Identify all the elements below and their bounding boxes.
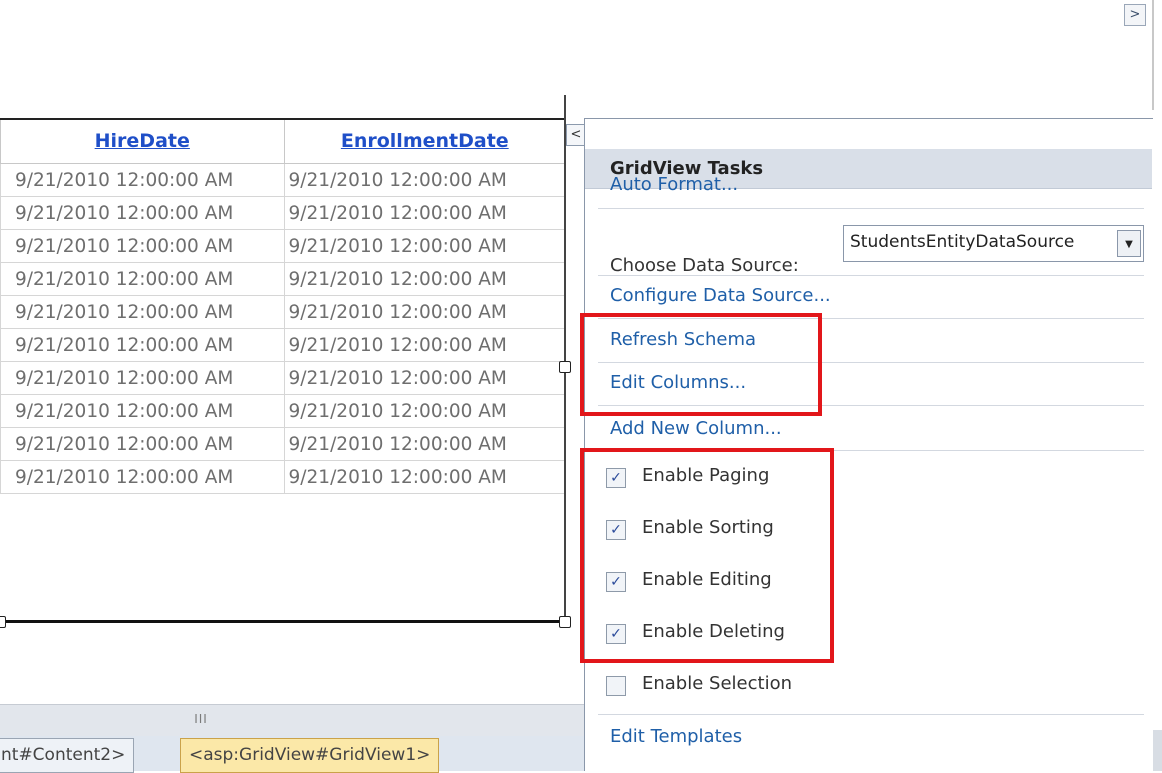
cell-hiredate: 9/21/2010 12:00:00 AM [0,394,285,428]
auto-format-link[interactable]: Auto Format... [610,174,738,195]
data-source-value: StudentsEntityDataSource [850,232,1075,252]
cell-hiredate: 9/21/2010 12:00:00 AM [0,328,285,362]
cell-enrollmentdate: 9/21/2010 12:00:00 AM [283,328,567,362]
table-row: 9/21/2010 12:00:00 AM 9/21/2010 12:00:00 … [0,196,567,230]
highlight-box-enable-options [580,448,834,663]
header-hiredate[interactable]: HireDate [0,118,285,164]
table-row: 9/21/2010 12:00:00 AM 9/21/2010 12:00:00 … [0,328,567,362]
header-enrollmentdate[interactable]: EnrollmentDate [283,118,567,164]
cell-hiredate: 9/21/2010 12:00:00 AM [0,196,285,230]
cell-enrollmentdate: 9/21/2010 12:00:00 AM [283,295,567,329]
divider [598,714,1144,715]
add-new-column-link[interactable]: Add New Column... [610,418,782,439]
cell-enrollmentdate: 9/21/2010 12:00:00 AM [283,394,567,428]
tag-content[interactable]: nt#Content2> [0,738,135,773]
table-row: 9/21/2010 12:00:00 AM 9/21/2010 12:00:00 … [0,361,567,395]
chevron-down-icon[interactable]: ▼ [1117,230,1141,257]
table-row: 9/21/2010 12:00:00 AM 9/21/2010 12:00:00 … [0,427,567,461]
grid-right-border [564,95,566,623]
cell-enrollmentdate: 9/21/2010 12:00:00 AM [283,229,567,263]
cell-hiredate: 9/21/2010 12:00:00 AM [0,361,285,395]
configure-data-source-link[interactable]: Configure Data Source... [610,285,831,306]
grid-top-border [0,118,566,120]
cell-hiredate: 9/21/2010 12:00:00 AM [0,427,285,461]
resize-handle-right[interactable] [559,361,571,373]
gridview-preview[interactable]: HireDate EnrollmentDate 9/21/2010 12:00:… [0,118,567,566]
resize-handle-bottom-right[interactable] [559,616,571,628]
table-row: 9/21/2010 12:00:00 AM 9/21/2010 12:00:00 … [0,229,567,263]
cell-hiredate: 9/21/2010 12:00:00 AM [0,163,285,197]
cell-hiredate: 9/21/2010 12:00:00 AM [0,229,285,263]
table-row: 9/21/2010 12:00:00 AM 9/21/2010 12:00:00 … [0,163,567,197]
grid-bottom-border [0,620,566,623]
cell-enrollmentdate: 9/21/2010 12:00:00 AM [283,262,567,296]
smart-tag-collapse-icon[interactable]: < [566,124,586,146]
window-edge-lower [1152,730,1162,771]
horizontal-scrollbar[interactable] [0,704,584,736]
cell-hiredate: 9/21/2010 12:00:00 AM [0,295,285,329]
table-row: 9/21/2010 12:00:00 AM 9/21/2010 12:00:00 … [0,460,567,494]
divider [598,208,1144,209]
divider [598,275,1144,276]
cell-hiredate: 9/21/2010 12:00:00 AM [0,262,285,296]
cell-enrollmentdate: 9/21/2010 12:00:00 AM [283,163,567,197]
window-edge [1152,0,1154,110]
enable-selection-label: Enable Selection [642,673,792,694]
table-row: 9/21/2010 12:00:00 AM 9/21/2010 12:00:00 … [0,262,567,296]
highlight-box-schema-columns [580,313,822,416]
edit-templates-link[interactable]: Edit Templates [610,726,742,747]
cell-enrollmentdate: 9/21/2010 12:00:00 AM [283,361,567,395]
tag-gridview[interactable]: <asp:GridView#GridView1> [180,738,440,773]
grid-table: HireDate EnrollmentDate 9/21/2010 12:00:… [0,118,567,494]
scroll-right-icon[interactable]: > [1124,4,1146,26]
grid-header-row: HireDate EnrollmentDate [0,118,567,164]
cell-enrollmentdate: 9/21/2010 12:00:00 AM [283,427,567,461]
table-row: 9/21/2010 12:00:00 AM 9/21/2010 12:00:00 … [0,295,567,329]
choose-data-source-label: Choose Data Source: [610,255,799,276]
cell-enrollmentdate: 9/21/2010 12:00:00 AM [283,460,567,494]
enable-selection-checkbox[interactable] [606,676,626,696]
table-row: 9/21/2010 12:00:00 AM 9/21/2010 12:00:00 … [0,394,567,428]
cell-hiredate: 9/21/2010 12:00:00 AM [0,460,285,494]
scrollbar-grip-icon[interactable]: III [186,712,216,728]
cell-enrollmentdate: 9/21/2010 12:00:00 AM [283,196,567,230]
resize-handle-bottom-left[interactable] [0,616,6,628]
